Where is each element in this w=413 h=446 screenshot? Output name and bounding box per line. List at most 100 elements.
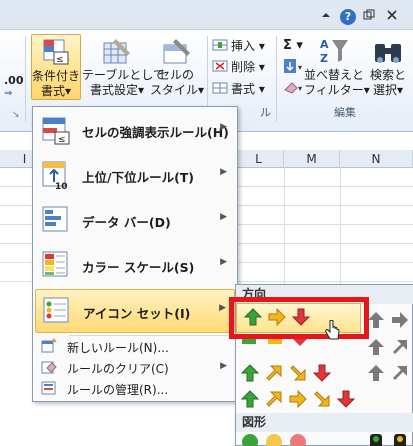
menu-item-label: カラー スケール(S)	[82, 260, 195, 275]
format-cells-icon	[212, 82, 228, 94]
menu-item-icon-sets[interactable]: アイコン セット(I) ▶	[35, 289, 235, 333]
submenu-arrow-icon: ▶	[220, 122, 227, 132]
sort-filter-label-1: 並べ替えと	[304, 68, 365, 82]
menu-item-label: データ バー(D)	[82, 215, 171, 230]
icon-set-3-arrows-gray[interactable]	[364, 307, 413, 333]
cell-styles-icon	[163, 39, 190, 64]
menu-separator	[69, 335, 233, 336]
menu-item-data-bars[interactable]: データ バー(D) ▶	[35, 199, 235, 243]
format-cells-button[interactable]: 書式 ▾	[212, 79, 272, 97]
fill-button[interactable]: ▾	[283, 58, 305, 74]
table-format-icon	[103, 39, 130, 64]
decimal-format-button[interactable]: .00	[4, 74, 24, 87]
format-as-table-label-1: テーブルとして	[82, 68, 165, 82]
svg-text:Z: Z	[320, 52, 328, 65]
svg-text:A: A	[320, 38, 329, 51]
icon-set-3-triangles[interactable]	[240, 338, 360, 348]
cell-styles-button[interactable]: セルの スタイル▾	[150, 34, 204, 100]
traffic-light-icon	[370, 434, 382, 446]
submenu-arrow-icon: ▶	[220, 167, 227, 177]
cells-group-label: ル	[260, 106, 271, 119]
menu-item-highlight-cells-rules[interactable]: ≤ セルの強調表示ルール(H) ▶	[35, 109, 235, 153]
arrow-up-right-yellow-icon	[266, 365, 282, 381]
insert-icon	[212, 39, 228, 51]
autosum-button[interactable]: Σ ▾	[283, 38, 303, 53]
icon-set-4-arrows-colored[interactable]	[238, 360, 363, 386]
menu-item-label: ルールの管理(R)...	[67, 383, 169, 397]
sort-filter-label-2: フィルター▾	[304, 83, 370, 97]
column-header-n[interactable]: N	[340, 150, 413, 168]
number-dialog-launcher-icon[interactable]: ↘	[12, 110, 20, 120]
svg-text:≤: ≤	[58, 135, 66, 145]
delete-cells-button[interactable]: 削除 ▾	[212, 57, 272, 75]
menu-item-manage-rules[interactable]: ルールの管理(R)...	[35, 379, 235, 398]
icon-set-4-arrows-gray[interactable]	[364, 334, 413, 360]
new-rule-icon	[41, 338, 57, 353]
menu-item-label: アイコン セット(I)	[83, 306, 191, 321]
mouse-pointer-icon	[325, 320, 340, 340]
arrow-right-yellow-icon	[289, 389, 307, 409]
editing-group-label: 編集	[334, 106, 356, 119]
conditional-formatting-label-1: 条件付き	[32, 69, 81, 83]
conditional-formatting-label-2: 書式▾	[40, 84, 72, 98]
ribbon-minimize-icon[interactable]	[318, 9, 334, 25]
triangle-down-red-icon	[292, 338, 308, 346]
icon-set-5-arrows-gray[interactable]	[364, 360, 413, 386]
format-as-table-label-2: 書式設定▾	[89, 83, 145, 97]
menu-item-label: ルールのクリア(C)	[67, 362, 169, 376]
column-header-l[interactable]: L	[234, 150, 284, 168]
arrow-down-right-yellow-icon	[290, 365, 306, 381]
insert-cells-button[interactable]: 挿入 ▾	[212, 36, 272, 54]
svg-text:≤: ≤	[56, 55, 64, 65]
format-label: 書式 ▾	[231, 82, 265, 96]
conditional-formatting-menu: ≤ セルの強調表示ルール(H) ▶ 10 上位/下位ルール(T) ▶ データ バ…	[32, 106, 238, 402]
ribbon-separator	[276, 36, 277, 122]
menu-item-top-bottom-rules[interactable]: 10 上位/下位ルール(T) ▶	[35, 154, 235, 198]
menu-item-clear-rules[interactable]: ルールのクリア(C) ▶	[35, 358, 235, 377]
menu-item-new-rule[interactable]: 新しいルール(N)...	[35, 337, 235, 356]
close-icon[interactable]	[384, 9, 400, 25]
circle-green-icon	[242, 434, 258, 446]
find-select-label-1: 検索と	[369, 68, 406, 82]
menu-item-color-scales[interactable]: カラー スケール(S) ▶	[35, 244, 235, 288]
binoculars-icon	[375, 44, 401, 63]
arrow-up-green-icon	[240, 390, 260, 408]
decrease-decimal-icon[interactable]: ⇒	[4, 88, 12, 99]
svg-text:10: 10	[55, 182, 68, 190]
highlight-cells-rules-icon: ≤	[42, 117, 70, 145]
icon-set-5-arrows-colored[interactable]	[238, 386, 363, 412]
traffic-light-icon	[394, 434, 406, 446]
circle-red-icon	[290, 434, 306, 446]
conditional-formatting-icon: ≤	[43, 39, 69, 65]
help-icon[interactable]: ?	[340, 9, 356, 25]
column-header-m[interactable]: M	[284, 150, 340, 168]
arrow-down-red-icon	[336, 390, 356, 408]
arrow-up-gray-icon	[368, 339, 384, 355]
clear-rules-icon	[41, 361, 57, 374]
arrow-up-green-icon	[240, 364, 260, 382]
icon-set-3-traffic-lights[interactable]	[238, 432, 318, 446]
sort-filter-icon: A Z	[320, 38, 348, 65]
sort-filter-button[interactable]: A Z 並べ替えと フィルター▾	[304, 34, 370, 100]
icon-set-traffic-light-rimmed[interactable]	[368, 434, 384, 446]
arrow-up-right-gray-icon	[393, 340, 407, 354]
icon-set-traffic-light-rimmed-2[interactable]	[392, 434, 408, 446]
arrow-right-gray-icon	[392, 312, 408, 328]
arrow-up-gray-icon	[368, 365, 384, 381]
delete-label: 削除 ▾	[231, 60, 265, 74]
conditional-formatting-button[interactable]: ≤ 条件付き 書式▾	[31, 34, 81, 100]
fill-down-icon: ▾	[284, 59, 302, 73]
menu-item-label: 上位/下位ルール(T)	[82, 170, 195, 185]
manage-rules-icon	[41, 381, 56, 395]
menu-item-label: セルの強調表示ルール(H)	[82, 125, 229, 140]
find-select-label-2: 選択▾	[372, 83, 404, 97]
format-as-table-button[interactable]: テーブルとして 書式設定▾	[82, 34, 165, 100]
find-select-button[interactable]: 検索と 選択▾	[364, 34, 412, 100]
highlight-annotation-box	[229, 297, 369, 339]
insert-label: 挿入 ▾	[231, 39, 265, 53]
eraser-icon: ▾	[284, 82, 302, 94]
delete-icon	[212, 60, 228, 72]
restore-window-icon[interactable]	[361, 9, 377, 25]
arrow-down-right-yellow-icon	[314, 391, 330, 407]
clear-button[interactable]: ▾	[283, 79, 305, 95]
